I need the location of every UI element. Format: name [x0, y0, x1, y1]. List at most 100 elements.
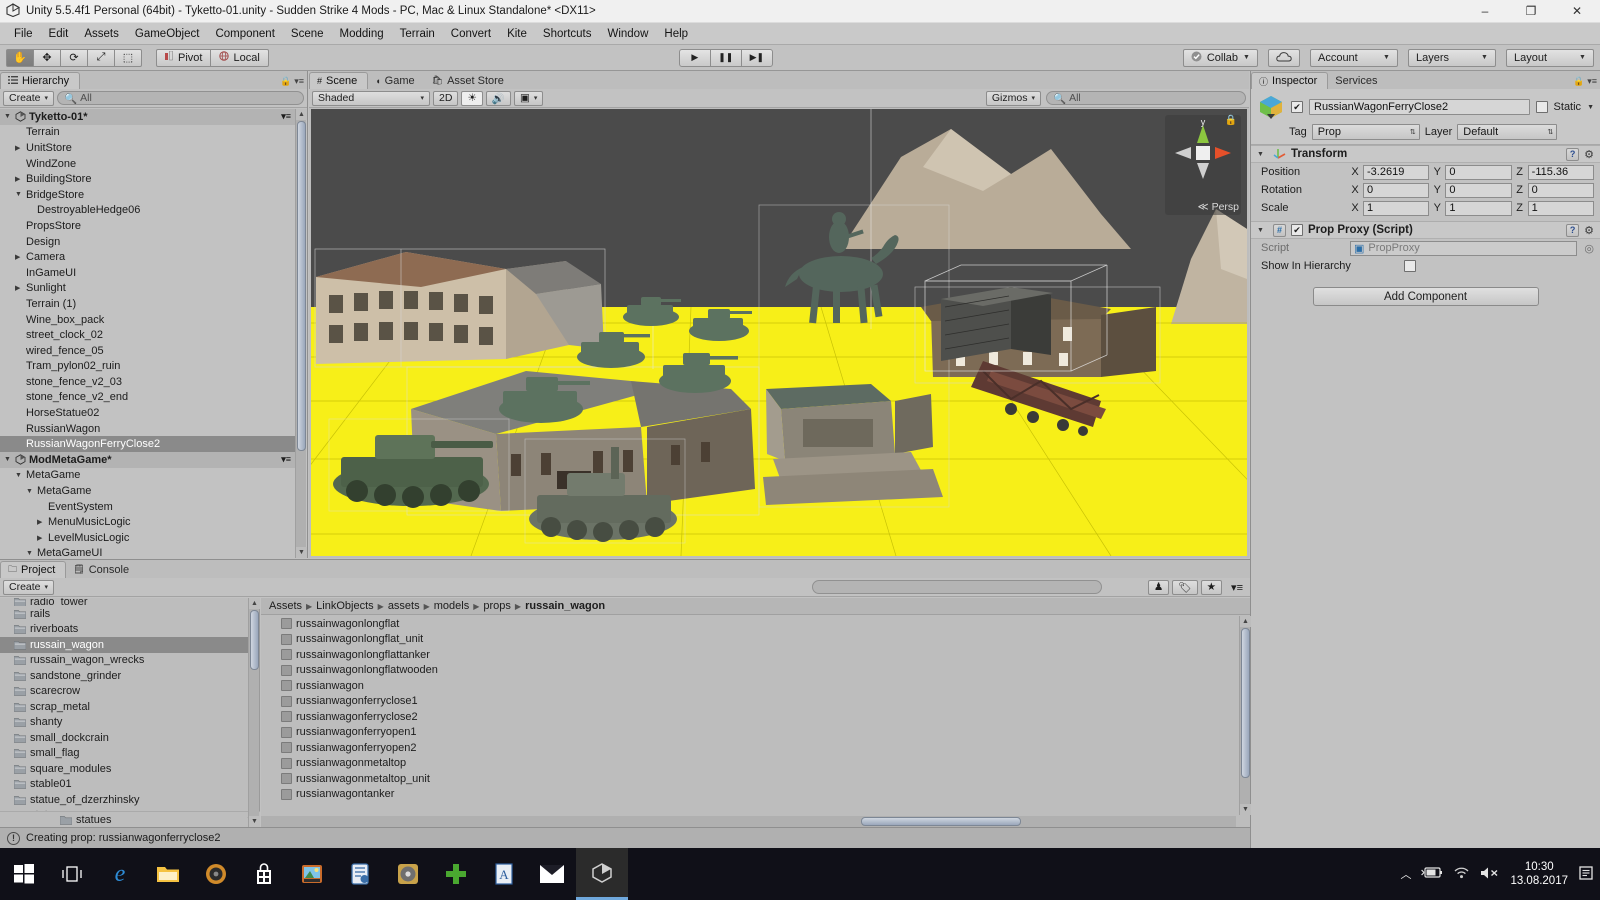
- menu-item-component[interactable]: Component: [207, 26, 282, 42]
- hierarchy-item[interactable]: ▼ MetaGameUI: [0, 546, 295, 558]
- asset-item[interactable]: russianwagonferryopen2: [261, 740, 1236, 756]
- menu-item-shortcuts[interactable]: Shortcuts: [535, 26, 600, 42]
- hierarchy-scene-row[interactable]: ▼ Tyketto-01* ▾≡: [0, 109, 295, 125]
- hierarchy-scroll-thumb[interactable]: [297, 121, 306, 451]
- pivot-toggle-button[interactable]: Pivot: [156, 48, 212, 67]
- help-icon[interactable]: ?: [1566, 223, 1580, 237]
- project-asset-list[interactable]: russainwagonlongflat russainwagonlongflat…: [261, 616, 1236, 815]
- status-bar[interactable]: ! Creating prop: russianwagonferryclose2: [0, 827, 1250, 848]
- asset-item[interactable]: russianwagonferryclose1: [261, 694, 1236, 710]
- foldout-closed-icon[interactable]: ▶: [15, 175, 26, 183]
- lighting-toggle-button[interactable]: ☀: [461, 90, 483, 106]
- scene-search-input[interactable]: 🔍 All: [1046, 91, 1246, 105]
- hierarchy-item[interactable]: Terrain (1): [0, 296, 295, 312]
- layers-button[interactable]: Layers ▼: [1407, 48, 1496, 67]
- hierarchy-item[interactable]: ▶ BuildingStore: [0, 171, 295, 187]
- breadcrumb-item[interactable]: LinkObjects: [316, 600, 373, 612]
- scale-z-input[interactable]: 1: [1527, 200, 1594, 216]
- scale-x-input[interactable]: 1: [1363, 200, 1430, 216]
- menu-item-assets[interactable]: Assets: [76, 26, 127, 42]
- maximize-button[interactable]: ❐: [1508, 0, 1554, 23]
- game-app-icon[interactable]: [432, 848, 480, 900]
- asset-item[interactable]: russianwagontanker: [261, 787, 1236, 803]
- network-icon[interactable]: [1453, 866, 1470, 882]
- gear-icon[interactable]: ⚙: [1584, 148, 1594, 161]
- scale-tool[interactable]: ⤢: [87, 48, 115, 67]
- hand-tool[interactable]: ✋: [6, 48, 34, 67]
- folder-item[interactable]: russain_wagon_wrecks: [0, 653, 259, 669]
- prop-proxy-component-header[interactable]: ▼ # ✔ Prop Proxy (Script) ? ⚙: [1251, 221, 1600, 239]
- volume-muted-icon[interactable]: [1480, 866, 1500, 883]
- account-button[interactable]: Account ▼: [1309, 48, 1398, 67]
- rotate-tool[interactable]: ⟳: [60, 48, 88, 67]
- menu-item-scene[interactable]: Scene: [283, 26, 332, 42]
- position-z-input[interactable]: -115.36: [1527, 164, 1594, 180]
- hierarchy-item[interactable]: RussianWagonFerryClose2: [0, 436, 295, 453]
- folder-item[interactable]: small_dockcrain: [0, 730, 259, 746]
- hierarchy-item[interactable]: Terrain: [0, 125, 295, 141]
- hierarchy-item[interactable]: RussianWagon: [0, 421, 295, 437]
- breadcrumb-item[interactable]: Assets: [269, 600, 302, 612]
- project-asset-scrollbar[interactable]: ▲ ▼: [1239, 616, 1251, 815]
- cloud-button[interactable]: [1267, 48, 1300, 67]
- project-search-input[interactable]: [811, 580, 1102, 594]
- project-panel-menu-icon[interactable]: ▾≡: [1231, 581, 1243, 594]
- tab-scene[interactable]: # Scene: [309, 72, 369, 89]
- minimize-button[interactable]: –: [1462, 0, 1508, 23]
- scene-projection-label[interactable]: ≪ Persp: [1198, 201, 1239, 213]
- folder-item[interactable]: rails: [0, 606, 259, 622]
- layout-button[interactable]: Layout ▼: [1505, 48, 1594, 67]
- scene-orientation-gizmo[interactable]: y: [1165, 115, 1241, 215]
- asset-item[interactable]: russainwagonlongflat_unit: [261, 632, 1236, 648]
- collab-button[interactable]: Collab ▼: [1182, 48, 1258, 67]
- hierarchy-item[interactable]: ▶ Camera: [0, 249, 295, 265]
- shading-mode-dropdown[interactable]: Shaded ▾: [312, 90, 430, 106]
- hierarchy-item[interactable]: Wine_box_pack: [0, 312, 295, 328]
- photo-app-icon[interactable]: [288, 848, 336, 900]
- menu-item-convert[interactable]: Convert: [443, 26, 499, 42]
- scale-y-input[interactable]: 1: [1445, 200, 1512, 216]
- rotation-x-input[interactable]: 0: [1363, 182, 1430, 198]
- tab-asset-store[interactable]: 🛍 Asset Store: [425, 72, 514, 89]
- position-x-input[interactable]: -3.2619: [1363, 164, 1430, 180]
- scroll-up-arrow[interactable]: ▲: [1240, 616, 1251, 627]
- object-name-input[interactable]: RussianWagonFerryClose2: [1309, 99, 1530, 115]
- unity-taskbar-icon[interactable]: [576, 848, 628, 900]
- microsoft-store-icon[interactable]: [240, 848, 288, 900]
- scene-row-menu-icon[interactable]: ▾≡: [281, 454, 291, 465]
- project-hscrollbar[interactable]: [261, 816, 1236, 827]
- foldout-closed-icon[interactable]: ▶: [37, 534, 48, 542]
- foldout-closed-icon[interactable]: ▶: [15, 253, 26, 261]
- show-in-hierarchy-checkbox[interactable]: [1404, 260, 1416, 272]
- chevron-down-icon[interactable]: ▼: [1587, 104, 1594, 111]
- asset-item[interactable]: russianwagonmetaltop_unit: [261, 771, 1236, 787]
- hierarchy-create-button[interactable]: Create ▾: [3, 90, 55, 106]
- scene-lock-icon[interactable]: 🔒: [1225, 115, 1237, 126]
- object-enabled-checkbox[interactable]: ✔: [1291, 101, 1303, 113]
- local-toggle-button[interactable]: Local: [210, 48, 269, 67]
- disc-app-icon[interactable]: [384, 848, 432, 900]
- folder-item[interactable]: shanty: [0, 715, 259, 731]
- lock-icon[interactable]: 🔒: [1573, 76, 1584, 87]
- object-picker-icon[interactable]: ◎: [1584, 242, 1594, 255]
- project-asset-scroll-thumb[interactable]: [1241, 628, 1250, 778]
- effects-toggle-button[interactable]: ▣ ▾: [513, 90, 544, 106]
- audio-toggle-button[interactable]: 🔊: [485, 90, 511, 106]
- start-button[interactable]: [0, 848, 48, 900]
- scene-row-menu-icon[interactable]: ▾≡: [281, 111, 291, 122]
- scroll-down-arrow[interactable]: ▼: [1240, 804, 1251, 815]
- hierarchy-scene-row[interactable]: ▼ ModMetaGame* ▾≡: [0, 452, 295, 468]
- transform-component-header[interactable]: ▼ Transform ? ⚙: [1251, 145, 1600, 163]
- rotation-z-input[interactable]: 0: [1527, 182, 1594, 198]
- tab-console[interactable]: 🗒 Console: [66, 561, 139, 578]
- asset-item[interactable]: russianwagonmetaltop: [261, 756, 1236, 772]
- project-folder-scroll-thumb[interactable]: [250, 610, 259, 670]
- prop-proxy-enabled-checkbox[interactable]: ✔: [1291, 224, 1303, 236]
- hierarchy-item[interactable]: InGameUI: [0, 265, 295, 281]
- pause-button[interactable]: ❚❚: [709, 48, 742, 67]
- gizmos-dropdown[interactable]: Gizmos ▾: [985, 90, 1041, 106]
- folder-item[interactable]: russain_wagon: [0, 637, 259, 653]
- hierarchy-item[interactable]: stone_fence_v2_03: [0, 374, 295, 390]
- foldout-open-icon[interactable]: ▼: [4, 456, 15, 463]
- add-component-button[interactable]: Add Component: [1312, 287, 1539, 306]
